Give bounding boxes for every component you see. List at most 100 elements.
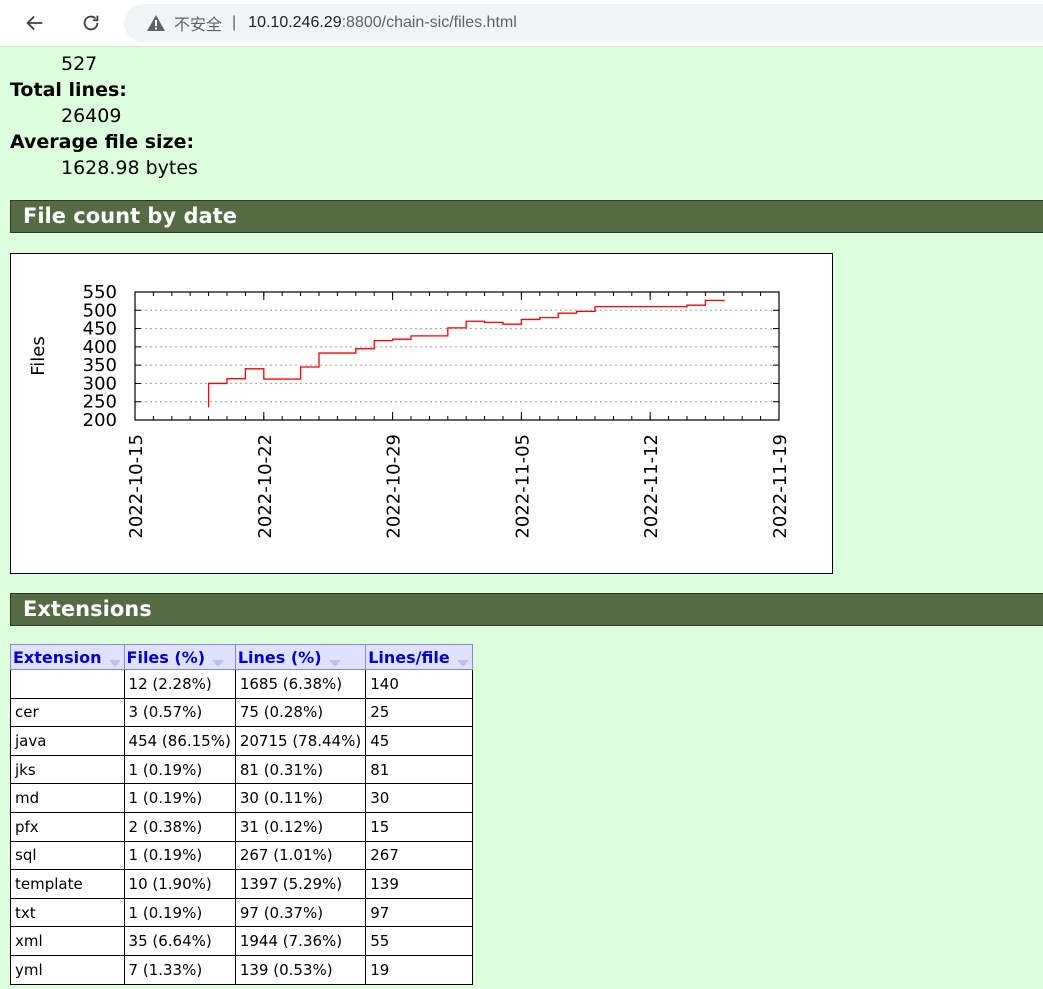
y-tick-label: 300 [83,373,117,394]
lines-per-file-cell: 139 [365,869,473,899]
lines-cell: 267 (1.01%) [234,840,367,871]
sort-icon [108,653,122,667]
y-tick-label: 500 [83,300,117,321]
arrow-left-icon [26,15,43,31]
files-cell: 3 (0.57%) [123,697,236,728]
sort-icon [211,653,225,667]
table-row: jks 1 (0.19%) 81 (0.31%) 81 [10,754,473,785]
files-cell: 12 (2.28%) [123,669,236,699]
lines-cell: 81 (0.31%) [234,754,367,785]
lines-cell: 97 (0.37%) [234,897,367,928]
x-tick-label: 2022-10-29 [384,434,405,539]
lines-per-file-cell: 15 [365,811,473,842]
table-row: md 1 (0.19%) 30 (0.11%) 30 [10,783,473,813]
series-line [207,299,725,408]
extension-cell: java [10,726,125,756]
extension-cell: template [10,869,125,899]
files-cell: 1 (0.19%) [123,840,236,871]
lines-per-file-cell: 55 [365,926,473,956]
extensions-table: Extension Files (%) Lines (%) Lines/file… [10,644,473,985]
files-cell: 2 (0.38%) [123,811,236,842]
average-file-size-value: 1628.98 bytes [61,157,198,179]
extension-cell: cer [10,697,125,728]
x-tick-label: 2022-11-12 [641,434,662,539]
lines-per-file-cell: 81 [365,754,473,785]
lines-per-file-cell: 267 [365,840,473,871]
reload-button[interactable] [76,8,106,38]
extension-cell: txt [10,897,125,928]
column-header-files[interactable]: Files (%) [123,644,236,670]
table-row: pfx 2 (0.38%) 31 (0.12%) 15 [10,811,473,842]
x-tick-label: 2022-11-05 [512,434,533,539]
sort-icon [456,653,470,667]
table-row: java 454 (86.15%) 20715 (78.44%) 45 [10,726,473,756]
table-row: yml 7 (1.33%) 139 (0.53%) 19 [10,954,473,985]
url-host: 10.10.246.29 [248,14,342,31]
extension-cell: jks [10,754,125,785]
lines-cell: 31 (0.12%) [234,811,367,842]
lines-per-file-cell: 30 [365,783,473,813]
extensions-table-body: 12 (2.28%) 1685 (6.38%) 140 cer 3 (0.57%) 75 … [10,669,473,985]
plot-frame [134,291,780,421]
extension-cell: yml [10,954,125,985]
address-separator: | [232,14,237,31]
table-row: sql 1 (0.19%) 267 (1.01%) 267 [10,840,473,871]
extension-cell: pfx [10,811,125,842]
chart-svg: 200250300350400450500550 2022-10-15 2022-1… [28,282,791,539]
table-row: xml 35 (6.64%) 1944 (7.36%) 55 [10,926,473,956]
files-cell: 1 (0.19%) [123,783,236,813]
files-cell: 454 (86.15%) [123,726,236,756]
extension-cell: xml [10,926,125,956]
url-path: :8800/chain-sic/files.html [341,14,517,31]
column-header-lines-per-file[interactable]: Lines/file [365,644,473,670]
address-bar[interactable]: 不安全 | 10.10.246.29 :8800/chain-sic/files… [124,4,1043,42]
extension-cell: sql [10,840,125,871]
y-tick-label: 250 [83,392,117,413]
warning-icon [146,14,166,32]
file-count-chart: 200 250 300 350 400 450 500 550 2022-10-15 2022-1… [10,253,833,574]
table-row: template 10 (1.90%) 1397 (5.29%) 139 [10,869,473,899]
x-tick-label: 2022-10-22 [255,434,276,539]
average-file-size-label: Average file size: [10,131,195,153]
lines-cell: 1397 (5.29%) [234,869,367,899]
files-cell: 10 (1.90%) [123,869,236,899]
lines-per-file-cell: 19 [365,954,473,985]
lines-cell: 30 (0.11%) [234,783,367,813]
total-lines-value: 26409 [61,105,122,127]
y-tick-label: 350 [83,355,117,376]
lines-per-file-cell: 45 [365,726,473,756]
reload-icon [83,15,99,31]
total-lines-label: Total lines: [10,79,127,101]
browser-toolbar: 不安全 | 10.10.246.29 :8800/chain-sic/files… [0,0,1043,47]
lines-cell: 75 (0.28%) [234,697,367,728]
table-header-row: Extension Files (%) Lines (%) Lines/file [10,644,473,670]
insecure-label[interactable]: 不安全 [174,11,222,35]
extension-cell [10,669,125,699]
y-axis-label: Files [28,336,49,376]
lines-cell: 139 (0.53%) [234,954,367,985]
files-cell: 1 (0.19%) [123,754,236,785]
column-header-extension[interactable]: Extension [10,644,125,670]
lines-cell: 1685 (6.38%) [234,669,367,699]
x-tick-label: 2022-11-19 [770,434,791,539]
lines-per-file-cell: 97 [365,897,473,928]
files-cell: 7 (1.33%) [123,954,236,985]
files-cell: 1 (0.19%) [123,897,236,928]
column-header-lines[interactable]: Lines (%) [234,644,367,670]
section-file-count-by-date: File count by date [10,200,1043,233]
lines-per-file-cell: 25 [365,697,473,728]
y-tick-label: 200 [83,410,117,431]
total-files-value: 527 [61,53,98,75]
y-tick-label: 400 [83,337,117,358]
lines-per-file-cell: 140 [365,669,473,699]
x-tick-label: 2022-10-15 [126,434,147,539]
lines-cell: 20715 (78.44%) [234,726,367,756]
y-tick-label: 550 [83,282,117,303]
back-button[interactable] [20,8,50,38]
sort-icon [328,653,342,667]
table-row: 12 (2.28%) 1685 (6.38%) 140 [10,669,473,699]
files-cell: 35 (6.64%) [123,926,236,956]
table-row: txt 1 (0.19%) 97 (0.37%) 97 [10,897,473,928]
lines-cell: 1944 (7.36%) [234,926,367,956]
section-extensions: Extensions [10,593,1043,626]
